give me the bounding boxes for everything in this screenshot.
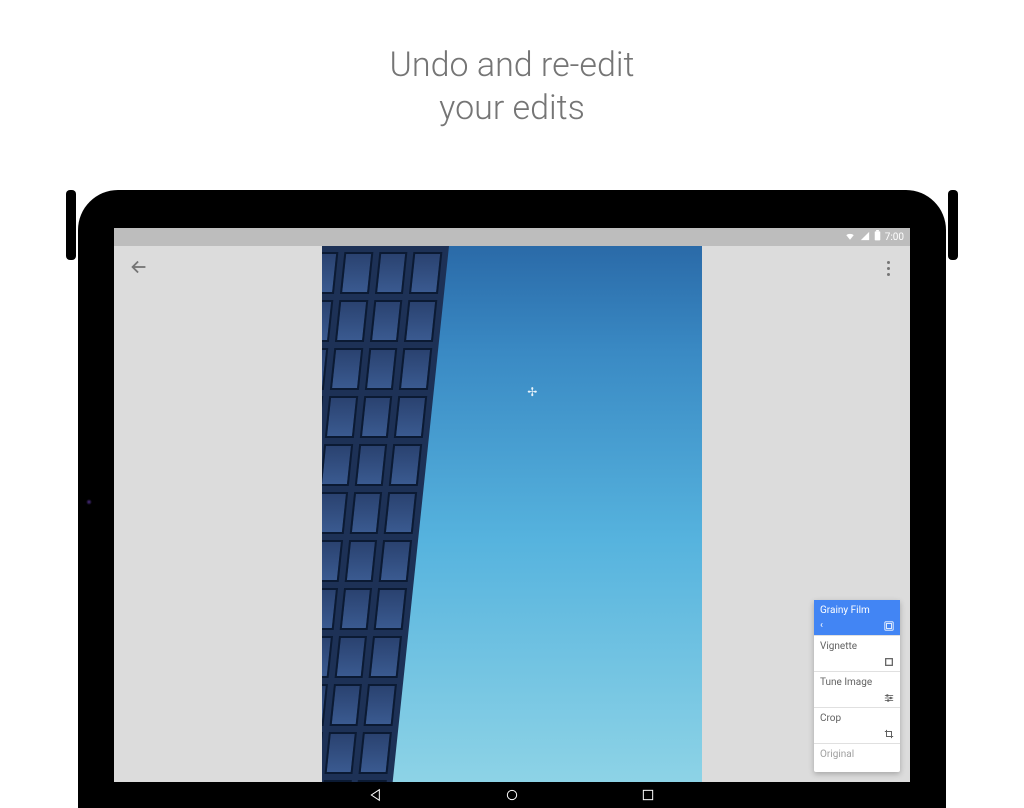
bird-icon: ✢	[527, 385, 537, 399]
crop-icon	[884, 729, 894, 739]
chevron-left-icon: ‹	[820, 620, 823, 631]
history-item-tune-image[interactable]: Tune Image	[814, 672, 900, 708]
android-nav-bar	[114, 782, 910, 808]
signal-icon	[860, 231, 870, 244]
battery-icon	[874, 230, 881, 244]
edit-history-panel: Grainy Film ‹ Vignette Tune Image Crop	[814, 600, 900, 772]
wifi-icon	[844, 231, 856, 244]
history-label: Tune Image	[820, 677, 894, 688]
more-options-button[interactable]	[876, 256, 900, 280]
history-item-grainy-film[interactable]: Grainy Film ‹	[814, 600, 900, 636]
status-time: 7:00	[885, 232, 904, 243]
tune-icon	[884, 693, 894, 703]
device-screen: 7:00	[114, 228, 910, 808]
tablet-notch-right	[948, 190, 958, 260]
status-bar: 7:00	[114, 228, 910, 246]
promo-heading: Undo and re-edit your edits	[0, 0, 1024, 129]
history-item-crop[interactable]: Crop	[814, 708, 900, 744]
back-button[interactable]	[128, 256, 152, 280]
history-label: Original	[820, 749, 894, 760]
photo-canvas[interactable]: ✢	[322, 246, 702, 782]
vignette-icon	[884, 657, 894, 667]
promo-line2: your edits	[0, 87, 1024, 130]
history-label: Grainy Film	[820, 605, 894, 616]
app-area: ✢ Grainy Film ‹ Vignette Tune Image Cro	[114, 246, 910, 782]
nav-recent-button[interactable]	[640, 787, 656, 803]
tablet-frame: 7:00	[78, 190, 946, 808]
nav-home-button[interactable]	[504, 787, 520, 803]
tablet-notch-left	[66, 190, 76, 260]
promo-line1: Undo and re-edit	[0, 44, 1024, 87]
history-label: Crop	[820, 713, 894, 724]
camera-dot	[86, 499, 92, 505]
nav-back-button[interactable]	[368, 787, 384, 803]
film-icon	[884, 621, 894, 631]
history-label: Vignette	[820, 641, 894, 652]
history-item-vignette[interactable]: Vignette	[814, 636, 900, 672]
